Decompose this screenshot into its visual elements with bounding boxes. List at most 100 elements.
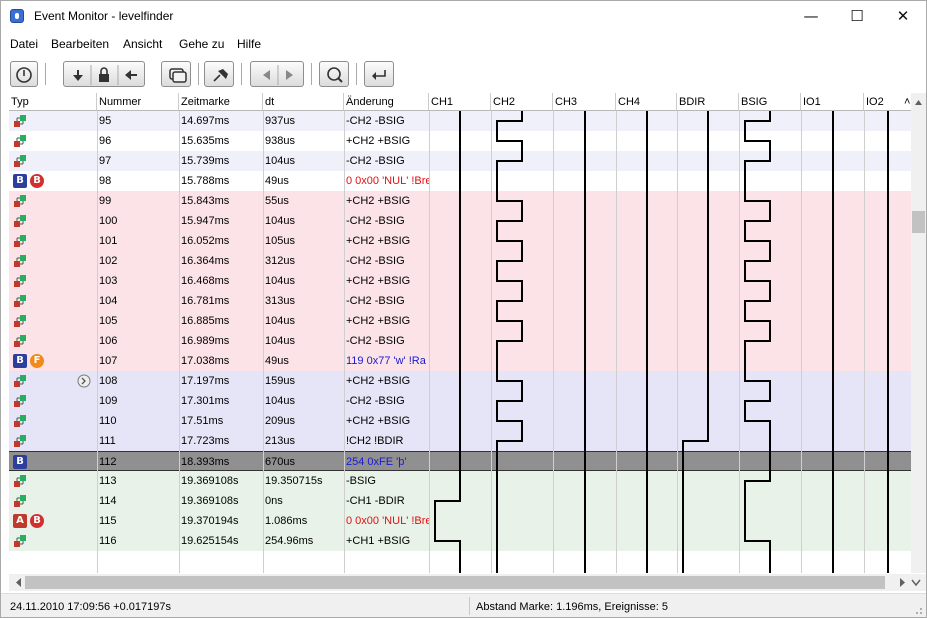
table-row[interactable]: 106 16.989ms 104us -CH2 -BSIG [9,331,911,351]
col-typ-header[interactable]: Typ [9,93,97,111]
table-row[interactable]: A B 115 19.370194s 1.086ms 0 0x00 'NUL' !Bre [9,511,911,531]
table-row[interactable]: 104 16.781ms 313us -CH2 -BSIG [9,291,911,311]
table-row[interactable]: 105 16.885ms 104us +CH2 +BSIG [9,311,911,331]
scroll-down-icon [911,579,921,587]
col-ch3-header[interactable]: CH3 [553,93,616,111]
io-change-icon [14,215,26,227]
io-change-icon [14,375,26,387]
column-divider [677,111,678,573]
io-change-icon [14,475,26,487]
menu-ansicht[interactable]: Ansicht [123,37,162,51]
col-aenderung-header[interactable]: Änderung [344,93,429,111]
io-change-icon [14,335,26,347]
io-change-icon [14,295,26,307]
col-bsig-header[interactable]: BSIG [739,93,801,111]
event-dt: 55us [265,195,289,207]
maximize-button[interactable]: ☐ [834,1,880,31]
next-icon[interactable] [286,70,293,80]
table-row[interactable]: 114 19.369108s 0ns -CH1 -BDIR [9,491,911,511]
col-dt-header[interactable]: dt [263,93,344,111]
table-row[interactable]: 99 15.843ms 55us +CH2 +BSIG [9,191,911,211]
col-bdir-header[interactable]: BDIR [677,93,739,111]
table-row[interactable]: 96 15.635ms 938us +CH2 +BSIG [9,131,911,151]
table-row[interactable]: 113 19.369108s 19.350715s -BSIG [9,471,911,491]
table-row[interactable]: B B 98 15.788ms 49us 0 0x00 'NUL' !Bre [9,171,911,191]
table-row[interactable]: B F 107 17.038ms 49us 119 0x77 'w' !Ra [9,351,911,371]
power-button[interactable] [10,61,38,87]
horizontal-scrollbar[interactable] [9,574,926,591]
resize-grip-icon[interactable] [913,605,923,615]
event-dt: 209us [265,415,295,427]
pin-button[interactable] [204,61,234,87]
vertical-scrollbar-graphics [912,100,925,233]
search-icon [327,67,343,83]
marker-left-icon[interactable] [125,70,137,80]
event-change: -CH2 -BSIG [346,215,405,227]
col-nummer-header[interactable]: Nummer [97,93,179,111]
table-row[interactable]: 108 17.197ms 159us +CH2 +BSIG [9,371,911,391]
scroll-up-icon [915,100,922,105]
table-row[interactable]: 100 15.947ms 104us -CH2 -BSIG [9,211,911,231]
status-marker-info: Abstand Marke: 1.196ms, Ereignisse: 5 [476,601,668,613]
table-row[interactable]: 116 19.625154s 254.96ms +CH1 +BSIG [9,531,911,551]
status-bar: 24.11.2010 17:09:56 +0.017197s Abstand M… [1,593,926,617]
table-row[interactable]: 97 15.739ms 104us -CH2 -BSIG [9,151,911,171]
event-number: 105 [99,315,118,327]
table-row[interactable]: 103 16.468ms 104us +CH2 +BSIG [9,271,911,291]
io-change-icon [14,135,26,147]
windows-button[interactable] [161,61,191,87]
prev-icon[interactable] [263,70,270,80]
event-dt: 104us [265,395,295,407]
table-row[interactable]: 102 16.364ms 312us -CH2 -BSIG [9,251,911,271]
marker-arrow-icon[interactable] [77,374,91,388]
table-row[interactable]: B 112 18.393ms 670us 254 0xFE 'þ' [9,451,911,471]
table-row[interactable]: 95 14.697ms 937us -CH2 -BSIG [9,111,911,131]
io-change-icon [14,435,26,447]
col-io1-header[interactable]: IO1 [801,93,864,111]
lock-icon[interactable] [99,67,109,82]
menu-hilfe[interactable]: Hilfe [237,37,261,51]
table-row[interactable]: 109 17.301ms 104us -CH2 -BSIG [9,391,911,411]
event-dt: 19.350715s [265,475,323,487]
event-dt: 213us [265,435,295,447]
minimize-button[interactable]: — [788,1,834,31]
io-change-icon [14,155,26,167]
column-divider [616,111,617,573]
table-row[interactable]: 101 16.052ms 105us +CH2 +BSIG [9,231,911,251]
menu-datei[interactable]: Datei [10,37,38,51]
event-number: 95 [99,115,112,127]
table-row[interactable]: 111 17.723ms 213us !CH2 !BDIR [9,431,911,451]
event-number: 100 [99,215,118,227]
menu-gehe-zu[interactable]: Gehe zu [179,37,224,51]
marker-down-icon[interactable] [73,70,83,81]
col-ch4-header[interactable]: CH4 [616,93,677,111]
enter-button[interactable] [364,61,394,87]
event-dt: 937us [265,115,295,127]
col-ch1-header[interactable]: CH1 [429,93,491,111]
close-button[interactable]: ✕ [880,1,926,31]
app-icon [10,9,24,23]
event-dt: 159us [265,375,295,387]
scroll-right-icon [900,578,905,587]
column-divider [553,111,554,573]
col-ch2-header[interactable]: CH2 [491,93,553,111]
menu-bearbeiten[interactable]: Bearbeiten [51,37,109,51]
event-timestamp: 17.51ms [181,415,224,427]
event-number: 113 [99,475,117,487]
event-change: -CH1 -BDIR [346,495,405,507]
event-change: +CH1 +BSIG [346,535,411,547]
event-change: +CH2 +BSIG [346,195,411,207]
col-zeitmarke-header[interactable]: Zeitmarke [179,93,263,111]
marker-group [63,61,145,87]
title-bar: Event Monitor - levelfinder — ☐ ✕ [1,1,926,31]
event-timestamp: 19.370194s [181,515,239,527]
event-number: 106 [99,335,118,347]
event-dt: 938us [265,135,295,147]
event-table[interactable]: 95 14.697ms 937us -CH2 -BSIG 96 15.635ms 938us… [9,93,911,573]
vertical-scrollbar[interactable] [911,93,926,573]
search-button[interactable] [319,61,349,87]
event-change: +CH2 +BSIG [346,415,411,427]
event-dt: 670us [265,456,295,468]
event-dt: 49us [265,175,289,187]
table-row[interactable]: 110 17.51ms 209us +CH2 +BSIG [9,411,911,431]
